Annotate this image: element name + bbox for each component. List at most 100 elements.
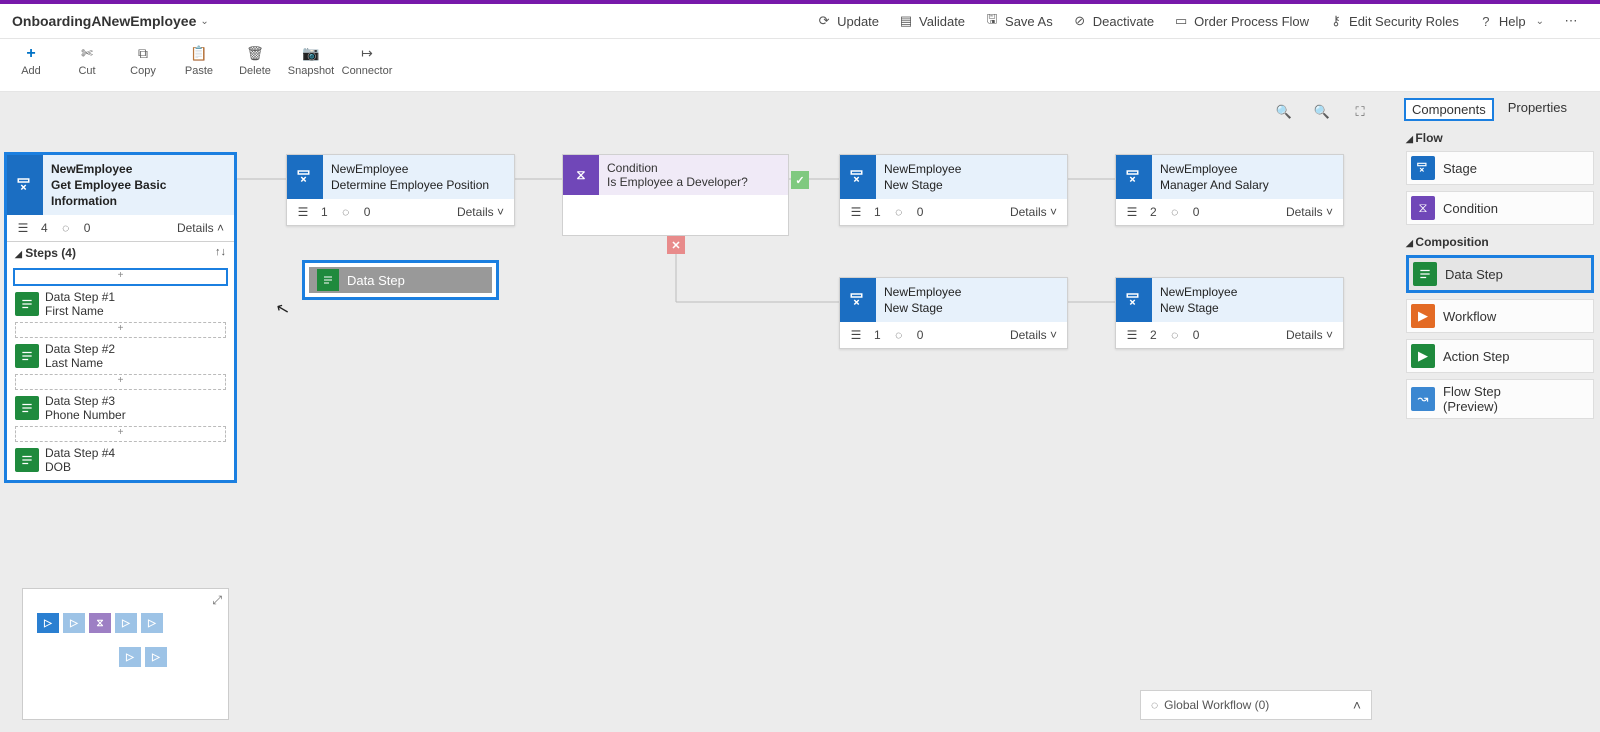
connector-button[interactable]: ↦ Connector: [342, 41, 392, 77]
minimap-stage[interactable]: ▷: [37, 613, 59, 633]
details-toggle[interactable]: Details ˅: [935, 205, 1057, 219]
flows-count-icon: ◌: [893, 329, 905, 341]
stage-new-stage-1[interactable]: NewEmployee New Stage ☰1 ◌0 Details ˅: [839, 154, 1068, 226]
stage-determine-employee-position[interactable]: NewEmployee Determine Employee Position …: [286, 154, 515, 226]
steps-count: 1: [874, 328, 881, 342]
save-as-action[interactable]: 🖫 Save As: [985, 14, 1053, 29]
steps-count-icon: ☰: [850, 206, 862, 218]
palette-condition[interactable]: ⧖ Condition: [1406, 191, 1594, 225]
step-dob[interactable]: Data Step #4DOB: [15, 446, 226, 474]
deactivate-action[interactable]: ⊘ Deactivate: [1073, 14, 1154, 29]
palette-stage[interactable]: Stage: [1406, 151, 1594, 185]
step-phone-number[interactable]: Data Step #3Phone Number: [15, 394, 226, 422]
paste-button[interactable]: 📋 Paste: [174, 41, 224, 77]
help-action[interactable]: ? Help ⌄: [1479, 14, 1544, 29]
data-step-icon: [15, 448, 39, 472]
add-button[interactable]: + Add: [6, 41, 56, 77]
details-toggle[interactable]: Details ˅: [1211, 205, 1333, 219]
palette-workflow[interactable]: ▶ Workflow: [1406, 299, 1594, 333]
stage-name: New Stage: [884, 300, 1059, 316]
order-process-flow-action[interactable]: ▭ Order Process Flow: [1174, 14, 1309, 29]
steps-count: 2: [1150, 328, 1157, 342]
copy-label: Copy: [130, 65, 156, 77]
reorder-arrows-icon[interactable]: ↑↓: [215, 246, 226, 258]
step-first-name[interactable]: Data Step #1First Name: [15, 290, 226, 318]
drop-target-active[interactable]: +: [13, 268, 228, 286]
global-workflow-label: Global Workflow (0): [1164, 698, 1269, 712]
details-toggle[interactable]: Details ˅: [1211, 328, 1333, 342]
minimap-stage[interactable]: ▷: [145, 647, 167, 667]
flows-count-icon: ◌: [1169, 206, 1181, 218]
stage-icon: [1116, 155, 1152, 199]
section-composition[interactable]: Composition: [1406, 235, 1594, 249]
help-chevron-icon: ⌄: [1536, 16, 1544, 27]
minimap[interactable]: ⤢ ▷ ▷ ⧖ ▷ ▷ ▷ ▷: [22, 588, 229, 720]
stage-icon: [840, 278, 876, 322]
condition-name: Is Employee a Developer?: [607, 175, 780, 189]
fit-to-screen-button[interactable]: ⛶: [1350, 102, 1370, 122]
snapshot-button[interactable]: 📷 Snapshot: [286, 41, 336, 77]
palette-label: Data Step: [1445, 267, 1503, 282]
stage-name: Determine Employee Position: [331, 177, 506, 193]
title-dropdown-icon[interactable]: ⌄: [200, 16, 208, 27]
delete-label: Delete: [239, 65, 271, 77]
cursor-arrow-icon: ↖: [274, 298, 292, 321]
copy-icon: ⧉: [138, 45, 148, 63]
palette-data-step[interactable]: Data Step: [1406, 255, 1594, 293]
minimap-stage[interactable]: ▷: [141, 613, 163, 633]
stage-icon: [1411, 156, 1435, 180]
data-step-icon: [317, 269, 339, 291]
save-icon: 🖫: [985, 14, 999, 28]
details-toggle[interactable]: Details ˄: [102, 221, 224, 235]
stage-get-employee-basic-info[interactable]: NewEmployee Get Employee Basic Informati…: [6, 154, 235, 481]
steps-count-icon: ☰: [17, 222, 29, 234]
drop-target[interactable]: +: [15, 426, 226, 442]
validate-action[interactable]: ▤ Validate: [899, 14, 965, 29]
snapshot-label: Snapshot: [288, 65, 334, 77]
details-toggle[interactable]: Details ˅: [382, 205, 504, 219]
step-last-name[interactable]: Data Step #2Last Name: [15, 342, 226, 370]
paste-label: Paste: [185, 65, 213, 77]
minimap-stage[interactable]: ▷: [115, 613, 137, 633]
tab-components[interactable]: Components: [1404, 98, 1494, 121]
drop-target[interactable]: +: [15, 322, 226, 338]
zoom-out-button[interactable]: 🔍: [1312, 102, 1332, 122]
condition-yes-mark: ✓: [791, 171, 809, 189]
stage-manager-and-salary[interactable]: NewEmployee Manager And Salary ☰2 ◌0 Det…: [1115, 154, 1344, 226]
zoom-in-button[interactable]: 🔍: [1274, 102, 1294, 122]
steps-count: 1: [321, 205, 328, 219]
condition-is-employee-developer[interactable]: ⧖ Condition Is Employee a Developer?: [562, 154, 789, 236]
palette-flow-step[interactable]: ↝ Flow Step (Preview): [1406, 379, 1594, 419]
stage-new-stage-3[interactable]: NewEmployee New Stage ☰2 ◌0 Details ˅: [1115, 277, 1344, 349]
overflow-action[interactable]: ⋯: [1564, 14, 1578, 28]
palette-label: Condition: [1443, 201, 1498, 216]
minimap-stage[interactable]: ▷: [63, 613, 85, 633]
stage-name: New Stage: [884, 177, 1059, 193]
minimap-condition[interactable]: ⧖: [89, 613, 111, 633]
validate-icon: ▤: [899, 14, 913, 28]
global-workflow-bar[interactable]: ◌ Global Workflow (0) ˄: [1140, 690, 1372, 720]
details-toggle[interactable]: Details ˅: [935, 328, 1057, 342]
tab-properties[interactable]: Properties: [1502, 98, 1573, 121]
delete-button[interactable]: 🗑 Delete: [230, 41, 280, 77]
minimap-stage[interactable]: ▷: [119, 647, 141, 667]
palette-action-step[interactable]: ▶ Action Step: [1406, 339, 1594, 373]
edit-security-roles-action[interactable]: ⚷ Edit Security Roles: [1329, 14, 1459, 29]
copy-button[interactable]: ⧉ Copy: [118, 41, 168, 77]
update-action[interactable]: ⟳ Update: [817, 14, 879, 29]
drop-target[interactable]: +: [15, 374, 226, 390]
deactivate-icon: ⊘: [1073, 14, 1087, 28]
stage-entity: NewEmployee: [1160, 284, 1335, 300]
security-icon: ⚷: [1329, 14, 1343, 28]
stage-new-stage-2[interactable]: NewEmployee New Stage ☰1 ◌0 Details ˅: [839, 277, 1068, 349]
drag-label: Data Step: [347, 273, 405, 288]
cut-button[interactable]: ✄ Cut: [62, 41, 112, 77]
flows-count: 0: [1193, 205, 1200, 219]
minimap-expand-icon[interactable]: ⤢: [212, 593, 222, 608]
plus-icon: +: [26, 45, 35, 63]
steps-header[interactable]: ◢ Steps (4) ↑↓: [7, 241, 234, 264]
section-flow[interactable]: Flow: [1406, 131, 1594, 145]
stage-name: Manager And Salary: [1160, 177, 1335, 193]
connector-label: Connector: [342, 65, 393, 77]
drag-ghost-data-step[interactable]: Data Step: [302, 260, 499, 300]
